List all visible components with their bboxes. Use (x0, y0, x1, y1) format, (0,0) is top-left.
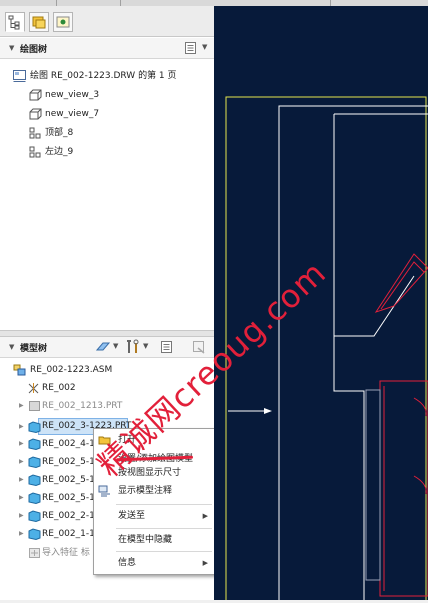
expand-arrow-icon[interactable]: ▶ (19, 471, 24, 489)
view-label: new_view_7 (45, 109, 100, 119)
settings-list-icon[interactable] (184, 41, 198, 55)
drawing-sheet-icon (13, 70, 26, 82)
drawing-tree-header[interactable]: ▼ 绘图树 ▼ (0, 38, 214, 59)
menu-item-label: 信息 (118, 558, 137, 568)
expand-arrow-icon[interactable]: ▶ (19, 489, 24, 507)
settings-list-icon[interactable] (160, 340, 174, 354)
view-icon (29, 108, 42, 120)
menu-item-hide-in-model[interactable]: 在模型中隐藏 (94, 531, 214, 549)
view-label: 顶部_8 (45, 128, 74, 138)
model-item-label: RE_002_1-1 (42, 529, 95, 539)
navigator-tabs (0, 6, 214, 37)
chevron-down-icon[interactable]: ▼ (113, 342, 118, 350)
expand-arrow-icon[interactable]: ▶ (19, 507, 24, 525)
part-icon (28, 492, 41, 504)
tab-favorites[interactable] (53, 12, 73, 32)
tools-icon[interactable] (126, 339, 140, 355)
model-item-label: RE_002_5-1 (42, 475, 95, 485)
part-icon (29, 401, 40, 411)
tab-folder-browser[interactable] (29, 12, 49, 32)
tab-model-tree[interactable] (5, 12, 25, 32)
model-root-label: RE_002-1223.ASM (30, 365, 113, 375)
menu-item-label: 发送至 (118, 511, 146, 521)
folder-browser-icon (32, 16, 46, 29)
submenu-arrow-icon: ▶ (202, 559, 208, 567)
menu-separator (116, 551, 212, 552)
model-tree-icon (8, 15, 20, 30)
projection-view-icon (29, 127, 41, 139)
drawing-tree-root[interactable]: 绘图 RE_002-1223.DRW 的第 1 页 (0, 67, 214, 85)
projection-view-icon (29, 146, 41, 158)
drawing-root-label: 绘图 RE_002-1223.DRW 的第 1 页 (30, 71, 177, 81)
model-tree-header[interactable]: ▼ 模型树 ▼ ▼ (0, 337, 214, 358)
model-item-label: 导入特征 标 (42, 548, 90, 558)
collapse-arrow-icon[interactable]: ▼ (9, 44, 14, 52)
part-icon (28, 528, 41, 540)
drawing-tree-title: 绘图树 (20, 45, 48, 55)
expand-arrow-icon[interactable]: ▶ (19, 397, 24, 415)
submenu-arrow-icon: ▶ (202, 512, 208, 520)
menu-item-show-model-annotations[interactable]: 显示模型注释 (94, 482, 214, 500)
part-icon (28, 421, 41, 433)
navigator-pane: ▼ 绘图树 ▼ 绘图 RE_002-1223.DRW 的第 1 页 new_vi… (0, 6, 215, 600)
model-item-label: RE_002_5-1 (42, 493, 95, 503)
expand-arrow-icon[interactable]: ▶ (19, 525, 24, 543)
menu-separator (116, 504, 212, 505)
view-label: 左边_9 (45, 147, 74, 157)
model-item-label: RE_002 (42, 383, 76, 393)
model-item-label: RE_002_5-1 (42, 457, 95, 467)
view-icon (29, 89, 42, 101)
import-feature-icon (29, 548, 40, 558)
collapse-arrow-icon[interactable]: ▼ (9, 343, 14, 351)
favorites-icon (56, 16, 70, 28)
expand-arrow-icon[interactable]: ▶ (19, 453, 24, 471)
annotation-icon (98, 485, 110, 497)
menu-item-send-to[interactable]: 发送至 ▶ (94, 507, 214, 525)
expand-arrow-icon[interactable]: ▶ (19, 435, 24, 453)
menu-separator (116, 528, 212, 529)
pane-splitter[interactable] (0, 330, 214, 337)
drawing-tree-item-view-3[interactable]: new_view_3 (0, 86, 214, 104)
part-icon (28, 438, 41, 450)
csys-icon (28, 383, 39, 394)
drawing-tree-item-left-9[interactable]: 左边_9 (0, 143, 214, 161)
part-icon (28, 456, 41, 468)
chevron-down-icon[interactable]: ▼ (143, 342, 148, 350)
drawing-tree-item-top-8[interactable]: 顶部_8 (0, 124, 214, 142)
part-icon (28, 510, 41, 522)
model-item-label: RE_002_2-1 (42, 511, 95, 521)
menu-item-info[interactable]: 信息 ▶ (94, 554, 214, 572)
eraser-icon[interactable] (95, 340, 111, 354)
menu-item-label: 显示模型注释 (118, 486, 173, 496)
menu-item-label: 在模型中隐藏 (118, 535, 173, 545)
drawing-tree-item-view-7[interactable]: new_view_7 (0, 105, 214, 123)
assembly-icon (13, 364, 26, 376)
part-icon (28, 474, 41, 486)
chevron-down-icon[interactable]: ▼ (202, 43, 207, 51)
expand-arrow-icon[interactable]: ▶ (19, 418, 24, 436)
model-item-label: RE_002_1213.PRT (42, 401, 123, 411)
model-tree-title: 模型树 (20, 344, 48, 354)
view-label: new_view_3 (45, 90, 100, 100)
